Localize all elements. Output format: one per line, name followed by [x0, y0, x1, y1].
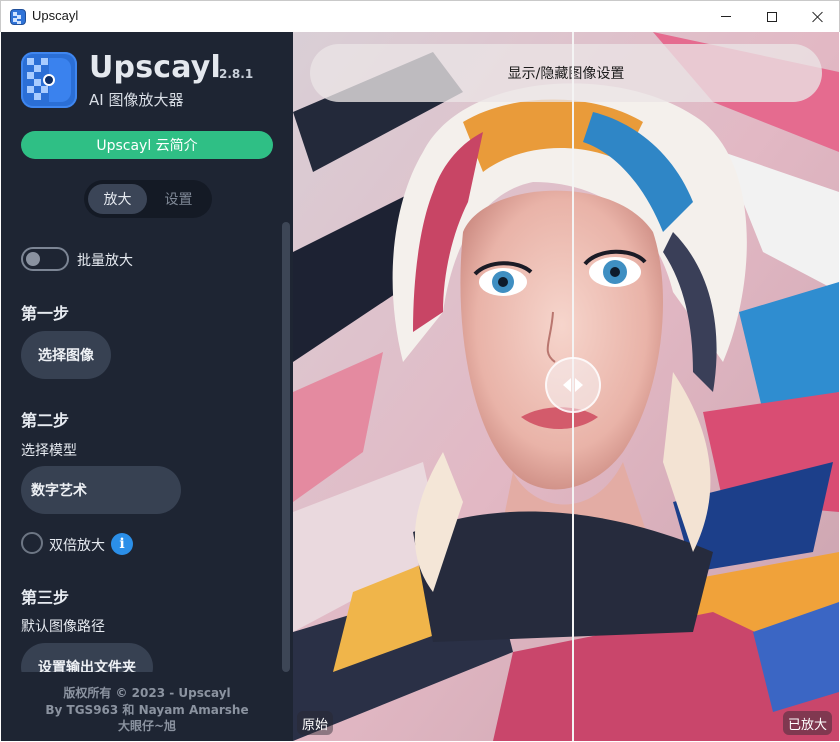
app-subtitle: AI 图像放大器	[89, 91, 184, 109]
upscayl-cloud-button[interactable]: Upscayl 云简介	[21, 131, 273, 159]
version-label: 2.8.1	[219, 67, 254, 81]
sidebar: Upscayl 2.8.1 AI 图像放大器 Upscayl 云简介 放大 设置…	[1, 32, 293, 741]
mode-tabs: 放大 设置	[84, 180, 212, 218]
original-label: 原始	[297, 711, 334, 735]
step1-title: 第一步	[21, 304, 70, 323]
sidebar-footer: 版权所有 © 2023 - Upscayl By TGS963 和 Nayam …	[1, 672, 293, 741]
upscaled-label: 已放大	[783, 711, 833, 735]
minimize-icon	[721, 16, 731, 17]
default-path-label: 默认图像路径	[21, 619, 105, 635]
maximize-icon	[767, 11, 777, 22]
tab-settings[interactable]: 设置	[149, 184, 208, 214]
toggle-image-settings-bar[interactable]: 显示/隐藏图像设置	[310, 44, 822, 102]
step2-title: 第二步	[21, 411, 70, 430]
double-upscale-checkbox[interactable]	[21, 532, 43, 554]
select-model-label: 选择模型	[21, 443, 77, 459]
model-select[interactable]: 数字艺术	[21, 466, 181, 514]
image-compare-viewer[interactable]: 显示/隐藏图像设置 原始 已放大	[293, 32, 839, 741]
close-button[interactable]	[795, 1, 840, 32]
toggle-knob	[26, 252, 40, 266]
translator-text: 大眼仔~旭	[117, 719, 177, 733]
authors-text: By TGS963 和 Nayam Amarshe	[45, 703, 249, 717]
close-icon	[812, 11, 824, 23]
app-icon	[10, 9, 26, 25]
double-upscale-label: 双倍放大	[49, 538, 105, 554]
compare-slider-handle[interactable]	[545, 357, 601, 413]
batch-upscale-toggle[interactable]	[21, 247, 69, 271]
brand-name: Upscayl	[89, 50, 222, 85]
step3-title: 第三步	[21, 588, 70, 607]
chevron-right-icon	[575, 378, 583, 392]
copyright-text: 版权所有 © 2023 - Upscayl	[63, 686, 231, 700]
info-icon[interactable]: i	[111, 533, 133, 555]
tab-upscale[interactable]: 放大	[88, 184, 147, 214]
window-title: Upscayl	[32, 8, 79, 23]
select-image-button[interactable]: 选择图像	[21, 331, 111, 379]
maximize-button[interactable]	[749, 1, 795, 32]
sidebar-scrollbar[interactable]	[282, 222, 290, 672]
minimize-button[interactable]	[703, 1, 749, 32]
upscayl-logo	[21, 52, 77, 108]
window-titlebar: Upscayl	[0, 0, 840, 32]
chevron-left-icon	[563, 378, 571, 392]
batch-upscale-label: 批量放大	[77, 253, 133, 269]
